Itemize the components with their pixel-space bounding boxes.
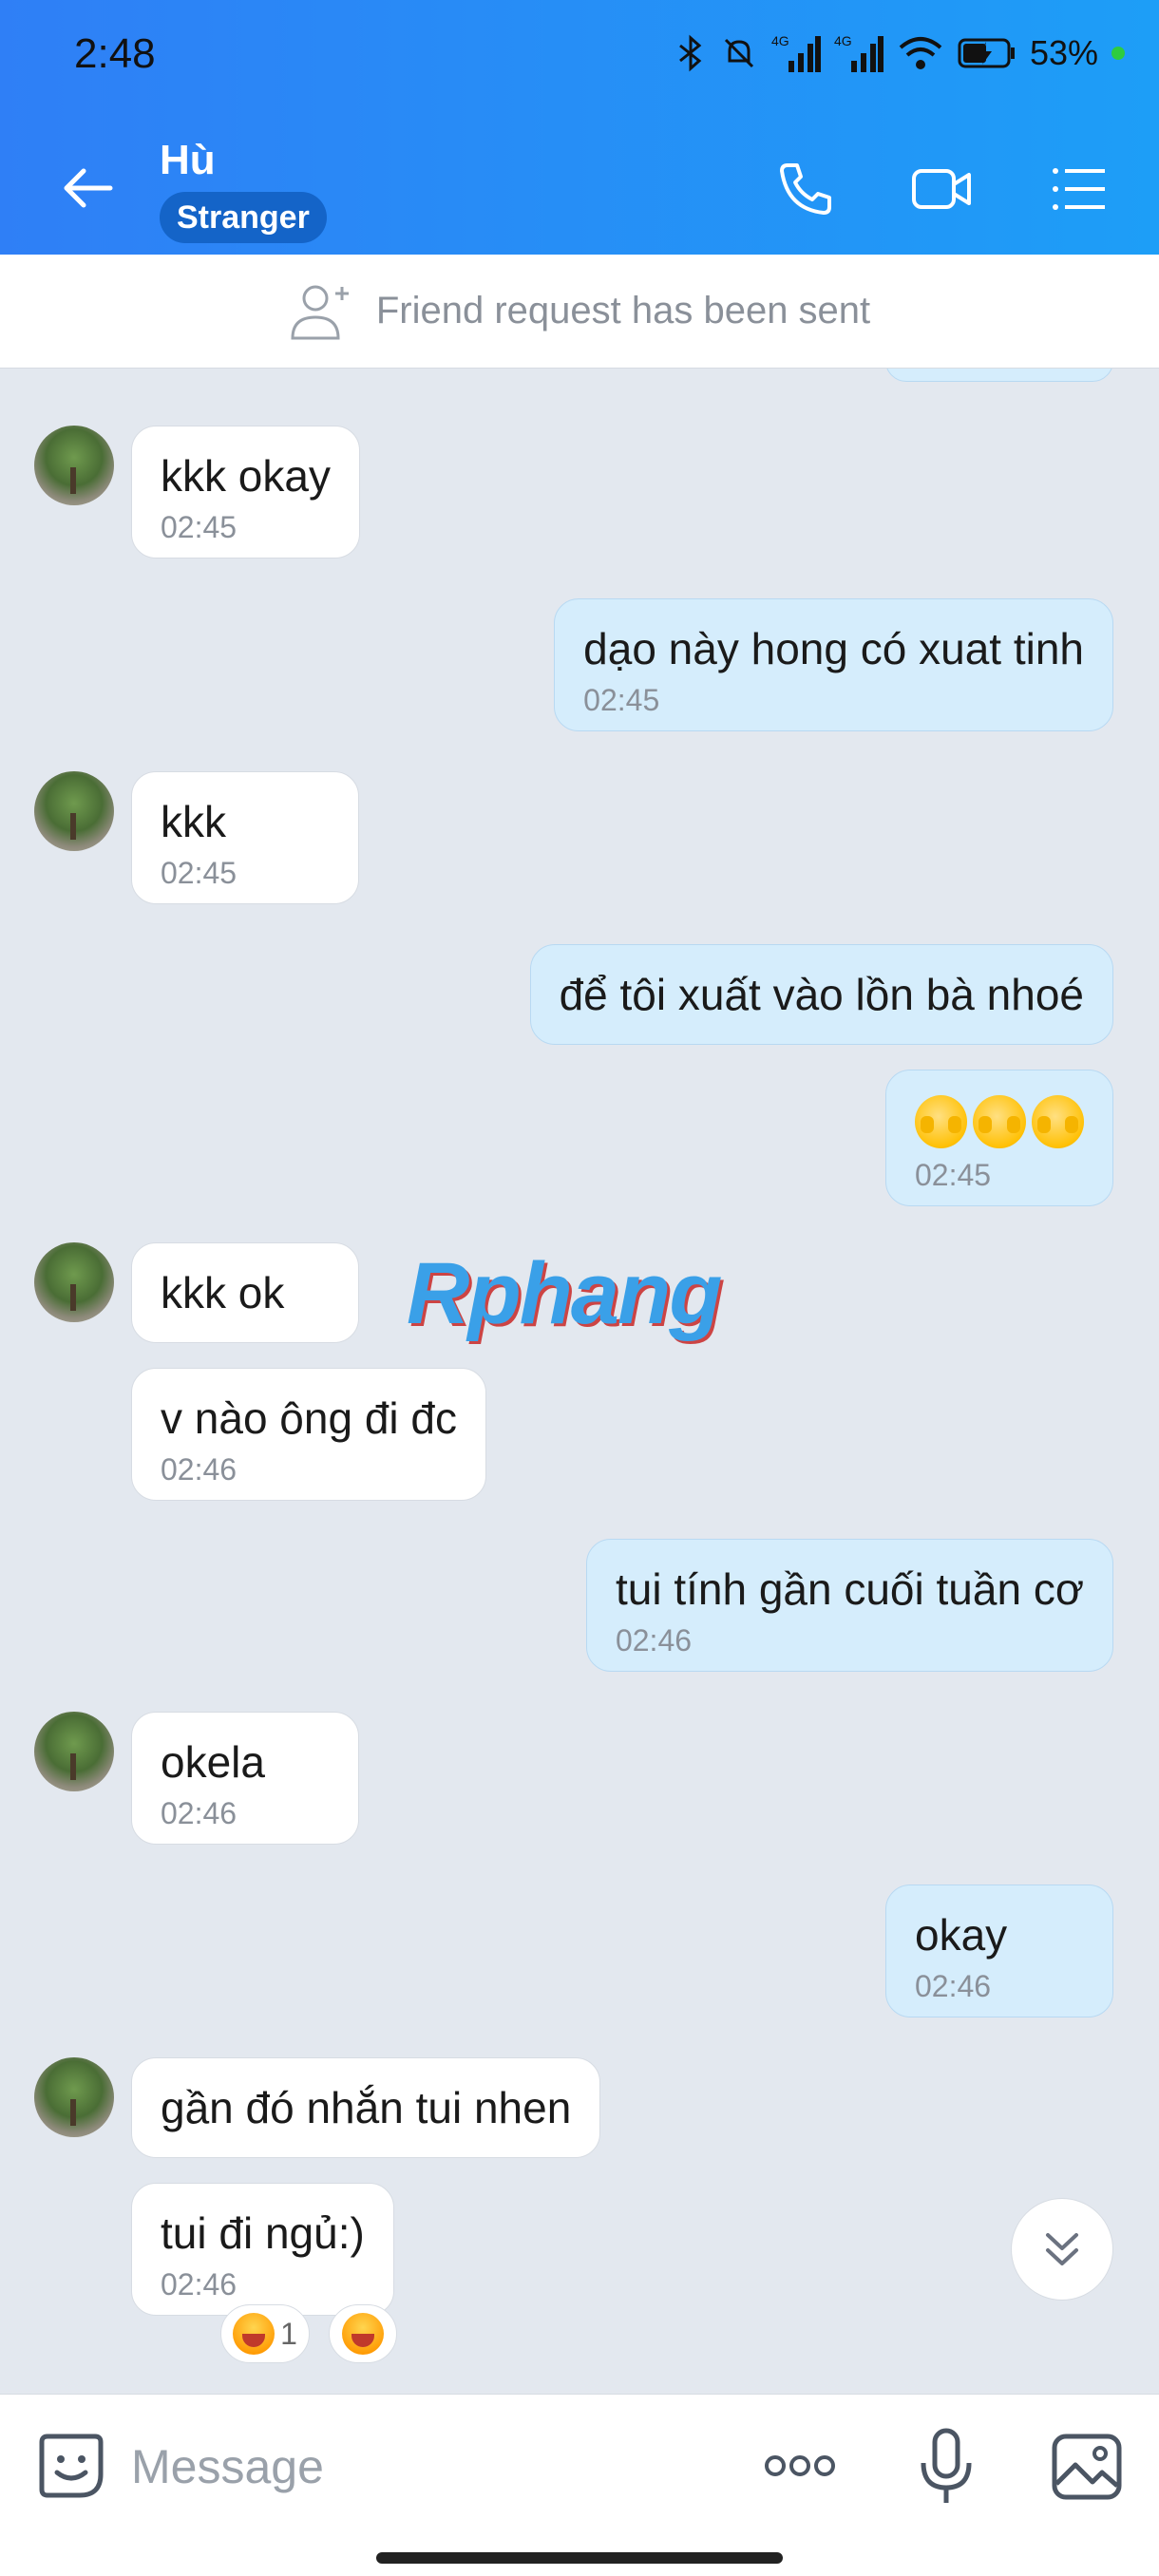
chat-header: 2:48 4G 4G 53% Hù Stranger (0, 0, 1159, 255)
friend-request-text: Friend request has been sent (375, 290, 871, 331)
sticker-icon[interactable] (36, 2431, 106, 2501)
contact-name[interactable]: Hù (160, 137, 216, 184)
bluetooth-icon (679, 34, 702, 72)
avatar[interactable] (34, 1242, 114, 1322)
message-time: 02:45 (583, 683, 660, 717)
reaction-summary[interactable]: 1 (220, 2304, 310, 2363)
message-text: để tôi xuất vào lồn bà nhoé (559, 970, 1084, 1019)
message-time: 02:46 (161, 1796, 238, 1830)
menu-icon[interactable] (1048, 158, 1111, 220)
message-text: tui tính gần cuối tuần cơ (615, 1564, 1084, 1614)
reaction-count: 1 (280, 2316, 297, 2351)
message-time: 02:46 (615, 1623, 693, 1657)
signal-icon: 4G (834, 33, 884, 72)
avatar[interactable] (34, 426, 114, 505)
battery-percent: 53% (1029, 33, 1098, 72)
message-time: 02:45 (915, 1158, 992, 1192)
network-label: 4G (771, 33, 789, 48)
message-bubble-incoming[interactable]: okela 02:46 (131, 1712, 359, 1845)
avatar[interactable] (34, 1712, 114, 1791)
home-indicator[interactable] (376, 2552, 783, 2564)
peeking-face-emoji (973, 1095, 1026, 1148)
mute-icon (724, 38, 753, 68)
status-time: 2:48 (74, 30, 156, 77)
more-dots-icon[interactable] (762, 2442, 838, 2490)
message-input[interactable] (131, 2433, 720, 2501)
watermark: Rphang (407, 1245, 722, 1342)
message-bubble-outgoing[interactable]: để tôi xuất vào lồn bà nhoé (529, 944, 1113, 1045)
laughing-face-icon (233, 2313, 276, 2355)
peeking-face-emoji (1031, 1095, 1084, 1148)
message-time: 02:46 (161, 1452, 238, 1487)
message-bubble-incoming[interactable]: gần đó nhắn tui nhen (131, 2057, 601, 2158)
message-bubble-outgoing[interactable]: okay 02:46 (885, 1885, 1113, 2017)
double-chevron-down-icon (1046, 2233, 1078, 2265)
message-bubble-incoming[interactable]: kkk 02:45 (131, 771, 359, 904)
stranger-badge: Stranger (160, 192, 327, 243)
message-bubble-incoming[interactable]: tui đi ngủ:) 02:46 (131, 2183, 394, 2316)
network-label: 4G (834, 33, 852, 48)
chat-messages[interactable]: kkk okay 02:45 dạo này hong có xuat tinh… (0, 369, 1159, 2394)
message-bubble-outgoing[interactable]: tui tính gần cuối tuần cơ 02:46 (585, 1539, 1113, 1672)
status-icons: 4G 4G 53% (674, 32, 1125, 74)
battery-charging-icon (958, 38, 1015, 68)
avatar[interactable] (34, 771, 114, 851)
back-button[interactable] (59, 160, 116, 217)
message-bubble-outgoing[interactable]: dạo này hong có xuat tinh 02:45 (554, 598, 1113, 731)
message-composer (0, 2394, 1159, 2576)
message-text: tui đi ngủ:) (161, 2208, 365, 2258)
scroll-to-bottom-button[interactable] (1011, 2198, 1113, 2301)
peeking-face-emoji (915, 1095, 968, 1148)
message-bubble-outgoing[interactable]: 02:45 (885, 1070, 1113, 1206)
message-text: okela (161, 1737, 265, 1787)
reaction-button[interactable] (329, 2304, 397, 2363)
message-text: dạo này hong có xuat tinh (583, 624, 1084, 673)
message-text: v nào ông đi đc (161, 1393, 458, 1443)
emoji-message (915, 1095, 1084, 1148)
signal-icon: 4G (771, 33, 821, 72)
message-time: 02:45 (161, 856, 238, 890)
message-bubble-incoming[interactable]: v nào ông đi đc 02:46 (131, 1368, 487, 1501)
image-gallery-icon[interactable] (1051, 2431, 1123, 2503)
message-text: kkk ok (161, 1268, 285, 1317)
message-bubble-incoming[interactable]: kkk okay 02:45 (131, 426, 360, 559)
video-icon[interactable] (910, 158, 973, 220)
wifi-icon (899, 37, 942, 69)
message-text: kkk (161, 797, 226, 846)
message-time: 02:45 (161, 510, 238, 544)
avatar[interactable] (34, 2057, 114, 2137)
microphone-icon[interactable] (918, 2427, 975, 2507)
add-user-icon (291, 285, 349, 339)
privacy-dot (1112, 47, 1125, 60)
phone-icon[interactable] (774, 158, 837, 220)
message-text: okay (915, 1910, 1008, 1960)
message-text: gần đó nhắn tui nhen (161, 2083, 572, 2132)
message-bubble-incoming[interactable]: kkk ok (131, 1242, 359, 1343)
message-time: 02:46 (161, 2267, 238, 2301)
laughing-face-icon (342, 2313, 384, 2355)
message-time: 02:46 (915, 1969, 992, 2003)
message-text: kkk okay (161, 451, 331, 501)
friend-request-bar: Friend request has been sent (0, 255, 1159, 369)
message-bubble-partial (885, 369, 1113, 382)
